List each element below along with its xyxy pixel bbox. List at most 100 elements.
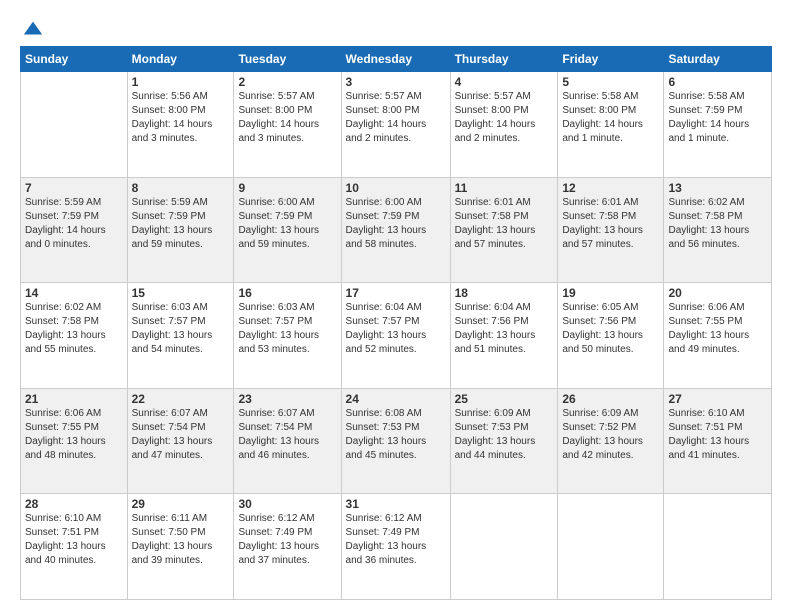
week-row-2: 7Sunrise: 5:59 AM Sunset: 7:59 PM Daylig… [21, 177, 772, 283]
day-info: Sunrise: 6:11 AM Sunset: 7:50 PM Dayligh… [132, 512, 230, 568]
day-info: Sunrise: 6:06 AM Sunset: 7:55 PM Dayligh… [668, 301, 767, 357]
header [20, 18, 772, 36]
day-number: 6 [668, 75, 767, 89]
day-number: 24 [346, 392, 446, 406]
day-number: 3 [346, 75, 446, 89]
calendar-cell: 3Sunrise: 5:57 AM Sunset: 8:00 PM Daylig… [341, 72, 450, 178]
day-number: 19 [562, 286, 659, 300]
day-number: 16 [238, 286, 336, 300]
day-info: Sunrise: 6:01 AM Sunset: 7:58 PM Dayligh… [562, 196, 659, 252]
day-number: 27 [668, 392, 767, 406]
day-info: Sunrise: 6:10 AM Sunset: 7:51 PM Dayligh… [25, 512, 123, 568]
calendar-cell: 12Sunrise: 6:01 AM Sunset: 7:58 PM Dayli… [558, 177, 664, 283]
calendar-cell [21, 72, 128, 178]
day-info: Sunrise: 6:01 AM Sunset: 7:58 PM Dayligh… [455, 196, 554, 252]
calendar-cell: 20Sunrise: 6:06 AM Sunset: 7:55 PM Dayli… [664, 283, 772, 389]
day-number: 31 [346, 497, 446, 511]
weekday-header-sunday: Sunday [21, 47, 128, 72]
day-number: 4 [455, 75, 554, 89]
weekday-header-tuesday: Tuesday [234, 47, 341, 72]
day-info: Sunrise: 6:02 AM Sunset: 7:58 PM Dayligh… [668, 196, 767, 252]
calendar-cell: 19Sunrise: 6:05 AM Sunset: 7:56 PM Dayli… [558, 283, 664, 389]
page: SundayMondayTuesdayWednesdayThursdayFrid… [0, 0, 792, 612]
day-info: Sunrise: 5:56 AM Sunset: 8:00 PM Dayligh… [132, 90, 230, 146]
day-number: 5 [562, 75, 659, 89]
calendar-cell: 31Sunrise: 6:12 AM Sunset: 7:49 PM Dayli… [341, 494, 450, 600]
day-number: 11 [455, 181, 554, 195]
day-info: Sunrise: 5:59 AM Sunset: 7:59 PM Dayligh… [132, 196, 230, 252]
calendar-cell: 28Sunrise: 6:10 AM Sunset: 7:51 PM Dayli… [21, 494, 128, 600]
day-number: 20 [668, 286, 767, 300]
calendar-cell: 16Sunrise: 6:03 AM Sunset: 7:57 PM Dayli… [234, 283, 341, 389]
day-number: 25 [455, 392, 554, 406]
calendar-cell: 13Sunrise: 6:02 AM Sunset: 7:58 PM Dayli… [664, 177, 772, 283]
weekday-header-wednesday: Wednesday [341, 47, 450, 72]
calendar-cell: 11Sunrise: 6:01 AM Sunset: 7:58 PM Dayli… [450, 177, 558, 283]
day-info: Sunrise: 5:57 AM Sunset: 8:00 PM Dayligh… [455, 90, 554, 146]
week-row-1: 1Sunrise: 5:56 AM Sunset: 8:00 PM Daylig… [21, 72, 772, 178]
calendar-cell [664, 494, 772, 600]
day-number: 23 [238, 392, 336, 406]
calendar-cell [450, 494, 558, 600]
day-info: Sunrise: 6:02 AM Sunset: 7:58 PM Dayligh… [25, 301, 123, 357]
calendar-cell: 14Sunrise: 6:02 AM Sunset: 7:58 PM Dayli… [21, 283, 128, 389]
calendar-cell: 2Sunrise: 5:57 AM Sunset: 8:00 PM Daylig… [234, 72, 341, 178]
day-number: 12 [562, 181, 659, 195]
calendar-cell: 27Sunrise: 6:10 AM Sunset: 7:51 PM Dayli… [664, 388, 772, 494]
calendar-cell: 24Sunrise: 6:08 AM Sunset: 7:53 PM Dayli… [341, 388, 450, 494]
day-info: Sunrise: 5:58 AM Sunset: 8:00 PM Dayligh… [562, 90, 659, 146]
day-number: 9 [238, 181, 336, 195]
weekday-header-row: SundayMondayTuesdayWednesdayThursdayFrid… [21, 47, 772, 72]
calendar-cell: 21Sunrise: 6:06 AM Sunset: 7:55 PM Dayli… [21, 388, 128, 494]
day-info: Sunrise: 6:00 AM Sunset: 7:59 PM Dayligh… [238, 196, 336, 252]
day-info: Sunrise: 6:09 AM Sunset: 7:52 PM Dayligh… [562, 407, 659, 463]
logo-icon [22, 18, 44, 40]
weekday-header-friday: Friday [558, 47, 664, 72]
week-row-3: 14Sunrise: 6:02 AM Sunset: 7:58 PM Dayli… [21, 283, 772, 389]
logo [20, 18, 44, 36]
day-number: 28 [25, 497, 123, 511]
day-number: 17 [346, 286, 446, 300]
calendar-cell: 6Sunrise: 5:58 AM Sunset: 7:59 PM Daylig… [664, 72, 772, 178]
day-number: 2 [238, 75, 336, 89]
day-info: Sunrise: 6:12 AM Sunset: 7:49 PM Dayligh… [346, 512, 446, 568]
day-number: 13 [668, 181, 767, 195]
calendar-cell: 15Sunrise: 6:03 AM Sunset: 7:57 PM Dayli… [127, 283, 234, 389]
day-number: 7 [25, 181, 123, 195]
day-info: Sunrise: 6:07 AM Sunset: 7:54 PM Dayligh… [132, 407, 230, 463]
day-number: 21 [25, 392, 123, 406]
day-info: Sunrise: 6:07 AM Sunset: 7:54 PM Dayligh… [238, 407, 336, 463]
week-row-4: 21Sunrise: 6:06 AM Sunset: 7:55 PM Dayli… [21, 388, 772, 494]
calendar-cell: 5Sunrise: 5:58 AM Sunset: 8:00 PM Daylig… [558, 72, 664, 178]
day-info: Sunrise: 6:10 AM Sunset: 7:51 PM Dayligh… [668, 407, 767, 463]
day-number: 14 [25, 286, 123, 300]
day-info: Sunrise: 6:05 AM Sunset: 7:56 PM Dayligh… [562, 301, 659, 357]
day-info: Sunrise: 6:04 AM Sunset: 7:57 PM Dayligh… [346, 301, 446, 357]
calendar-cell: 23Sunrise: 6:07 AM Sunset: 7:54 PM Dayli… [234, 388, 341, 494]
day-info: Sunrise: 6:04 AM Sunset: 7:56 PM Dayligh… [455, 301, 554, 357]
day-info: Sunrise: 6:03 AM Sunset: 7:57 PM Dayligh… [132, 301, 230, 357]
calendar-cell: 17Sunrise: 6:04 AM Sunset: 7:57 PM Dayli… [341, 283, 450, 389]
day-number: 15 [132, 286, 230, 300]
calendar-cell: 1Sunrise: 5:56 AM Sunset: 8:00 PM Daylig… [127, 72, 234, 178]
day-info: Sunrise: 5:59 AM Sunset: 7:59 PM Dayligh… [25, 196, 123, 252]
calendar-cell: 30Sunrise: 6:12 AM Sunset: 7:49 PM Dayli… [234, 494, 341, 600]
calendar-cell: 26Sunrise: 6:09 AM Sunset: 7:52 PM Dayli… [558, 388, 664, 494]
day-info: Sunrise: 5:58 AM Sunset: 7:59 PM Dayligh… [668, 90, 767, 146]
calendar-cell: 4Sunrise: 5:57 AM Sunset: 8:00 PM Daylig… [450, 72, 558, 178]
day-info: Sunrise: 5:57 AM Sunset: 8:00 PM Dayligh… [346, 90, 446, 146]
day-number: 29 [132, 497, 230, 511]
week-row-5: 28Sunrise: 6:10 AM Sunset: 7:51 PM Dayli… [21, 494, 772, 600]
weekday-header-thursday: Thursday [450, 47, 558, 72]
day-info: Sunrise: 6:00 AM Sunset: 7:59 PM Dayligh… [346, 196, 446, 252]
calendar-cell: 18Sunrise: 6:04 AM Sunset: 7:56 PM Dayli… [450, 283, 558, 389]
day-number: 8 [132, 181, 230, 195]
calendar-cell: 22Sunrise: 6:07 AM Sunset: 7:54 PM Dayli… [127, 388, 234, 494]
calendar-table: SundayMondayTuesdayWednesdayThursdayFrid… [20, 46, 772, 600]
calendar-cell: 9Sunrise: 6:00 AM Sunset: 7:59 PM Daylig… [234, 177, 341, 283]
day-info: Sunrise: 6:03 AM Sunset: 7:57 PM Dayligh… [238, 301, 336, 357]
day-info: Sunrise: 6:12 AM Sunset: 7:49 PM Dayligh… [238, 512, 336, 568]
calendar-cell: 25Sunrise: 6:09 AM Sunset: 7:53 PM Dayli… [450, 388, 558, 494]
calendar-cell [558, 494, 664, 600]
day-info: Sunrise: 6:06 AM Sunset: 7:55 PM Dayligh… [25, 407, 123, 463]
